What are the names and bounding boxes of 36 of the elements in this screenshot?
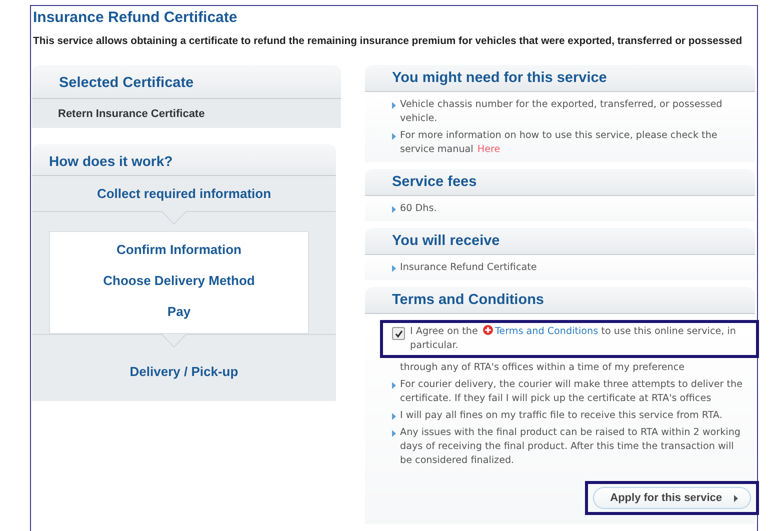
info-text: Insurance Refund Certificate <box>400 261 537 275</box>
caret-icon <box>734 494 738 502</box>
process-step: Choose Delivery Method <box>50 267 308 298</box>
process-step: Collect required information <box>32 176 336 211</box>
agree-checkbox[interactable] <box>392 327 405 340</box>
panel-heading: How does it work? <box>32 144 336 176</box>
bullet-icon <box>392 133 396 140</box>
process-step: Confirm Information <box>50 236 308 267</box>
section-heading: Service fees <box>365 169 755 196</box>
term-text: I will pay all fines on my traffic file to receive this service from RTA. <box>400 409 722 423</box>
term-text: Any issues with the final product can be raised to RTA within 2 working days of receiving the final product. After this time the transaction will be considered finalized. <box>400 426 742 468</box>
page-description: This service allows obtaining a certificate to refund the remaining insurance premium for vehicles that were exported, transferred or possessed <box>33 35 742 48</box>
panel-heading: Selected Certificate <box>32 65 341 99</box>
selected-certificate: Retern Insurance Certificate <box>32 99 341 128</box>
section-heading: You will receive <box>365 228 755 255</box>
agree-text: I Agree on the Terms and Conditions to use this online service, in particular. <box>410 325 737 353</box>
section-heading: You might need for this service <box>365 65 755 92</box>
process-step: Pay <box>50 298 308 329</box>
page-title: Insurance Refund Certificate <box>33 9 238 27</box>
term-text: through any of RTA's offices within a time of my preference <box>399 361 686 375</box>
process-step: Delivery / Pick-up <box>32 354 336 389</box>
info-text: Vehicle chassis number for the exported, transferred, or possessed vehicle. <box>400 98 724 126</box>
term-text: For courier delivery, the courier will make three attempts to deliver the certificate. If they fail I will pick up the certificate at RTA's offices <box>400 378 744 406</box>
bullet-icon <box>392 206 396 213</box>
bullet-icon <box>392 430 396 437</box>
bullet-icon <box>392 382 396 389</box>
bullet-icon <box>392 413 396 420</box>
plus-icon <box>482 325 493 335</box>
here-link[interactable]: Here <box>477 144 500 155</box>
apply-button[interactable]: Apply for this service <box>593 487 751 509</box>
info-text: For more information on how to use this service, please check the service manual Here <box>400 129 718 157</box>
bullet-icon <box>392 102 396 109</box>
bullet-icon <box>392 265 396 272</box>
section-heading: Terms and Conditions <box>365 287 755 314</box>
terms-link[interactable]: Terms and Conditions <box>494 326 598 337</box>
info-text: 60 Dhs. <box>400 202 437 216</box>
